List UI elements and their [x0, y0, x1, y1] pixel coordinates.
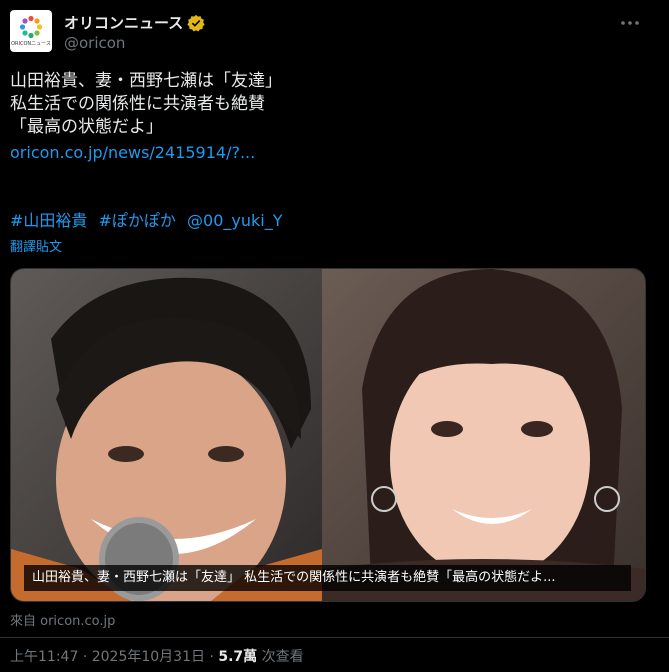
hashtag-yamada[interactable]: #山田裕貴 — [10, 211, 87, 230]
name-row: オリコンニュース — [64, 12, 205, 33]
media-caption: 山田裕貴、妻・西野七瀬は「友達」 私生活での関係性に共演者も絶賛「最高の状態だよ… — [24, 565, 631, 591]
hashtag-pokapoka[interactable]: #ぽかぽか — [99, 211, 176, 230]
source-label[interactable]: 來自 oricon.co.jp — [10, 610, 115, 629]
tweet-line-2: 私生活での関係性に共演者も絶賛 — [10, 94, 265, 114]
translate-post-link[interactable]: 翻譯貼文 — [10, 236, 62, 255]
views-label: 次查看 — [261, 649, 304, 665]
divider — [0, 637, 669, 638]
oricon-logo-icon — [19, 15, 43, 39]
article-link[interactable]: oricon.co.jp/news/2415914/?... — [10, 141, 630, 164]
display-name[interactable]: オリコンニュース — [64, 12, 183, 33]
photo-man — [11, 269, 322, 601]
mention-yuki[interactable]: @00_yuki_Y — [187, 211, 282, 230]
hashtag-row: #山田裕貴 #ぽかぽか @00_yuki_Y — [10, 207, 288, 231]
photo-woman — [322, 269, 645, 601]
tweet-line-3: 「最高の状態だよ」 — [10, 117, 163, 137]
meta-separator: · — [82, 649, 88, 665]
views-count: 5.7萬 — [218, 649, 258, 665]
handle[interactable]: @oricon — [64, 34, 125, 52]
media-card[interactable]: 山田裕貴、妻・西野七瀬は「友達」 私生活での関係性に共演者も絶賛「最高の状態だよ… — [10, 268, 646, 602]
tweet-text: 山田裕貴、妻・西野七瀬は「友達」 私生活での関係性に共演者も絶賛 「最高の状態だ… — [10, 70, 630, 164]
tweet-header: ORICONニュース オリコンニュース @oricon — [10, 10, 659, 56]
more-options-icon[interactable] — [619, 14, 641, 32]
tweet-meta: 上午11:47 · 2025年10月31日 · 5.7萬 次查看 — [10, 646, 304, 666]
tweet-date[interactable]: 2025年10月31日 — [92, 649, 205, 665]
meta-separator-2: · — [209, 649, 214, 665]
verified-badge-icon — [187, 14, 205, 32]
tweet-line-1: 山田裕貴、妻・西野七瀬は「友達」 — [10, 71, 282, 91]
avatar[interactable]: ORICONニュース — [10, 10, 52, 52]
tweet-time[interactable]: 上午11:47 — [10, 649, 78, 665]
avatar-caption: ORICONニュース — [11, 41, 51, 47]
